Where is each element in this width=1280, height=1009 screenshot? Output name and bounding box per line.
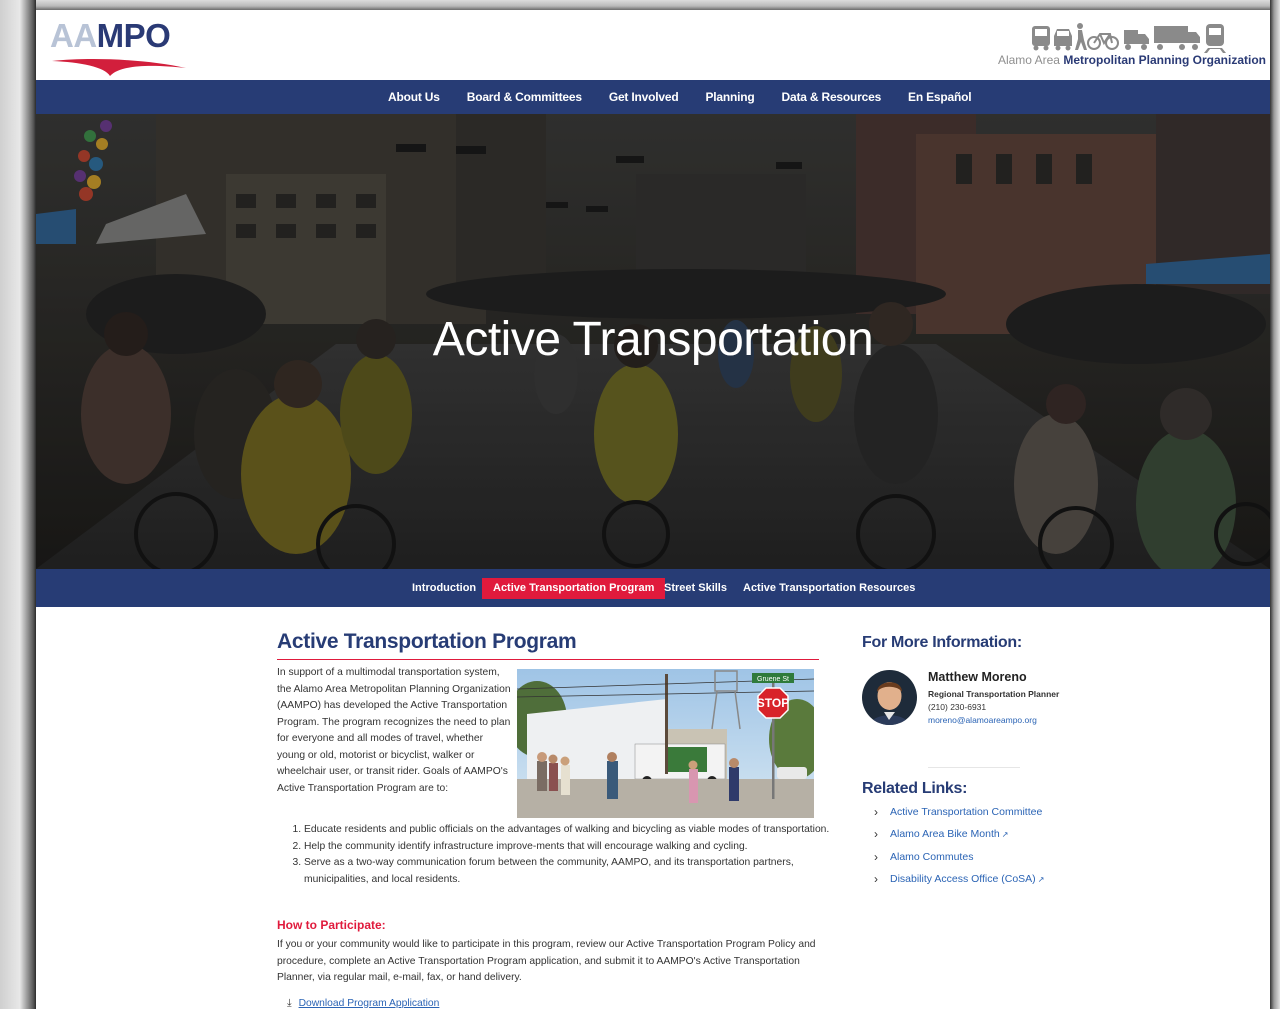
how-to-participate-heading: How to Participate: [277,918,386,932]
chevron-right-icon: › [874,827,878,841]
pedestrian-icon [1075,23,1087,50]
related-links-list: › Active Transportation Committee › Alam… [874,804,1064,894]
car-icon [1054,29,1072,51]
download-application-link[interactable]: ⤓ Download Program Application [287,998,439,1009]
nav-item-about-us[interactable]: About Us [388,80,440,114]
aampo-logo[interactable]: AAMPO [50,17,190,76]
logo-mpo-text: MPO [96,17,171,54]
chevron-right-icon: › [874,850,878,864]
subnav-tab-introduction[interactable]: Introduction [401,578,487,599]
nav-item-data-resources[interactable]: Data & Resources [782,80,882,114]
program-photo: Gruene St STOP [517,669,814,818]
main-content: Active Transportation Program In support… [277,630,829,1009]
nav-item-board-committees[interactable]: Board & Committees [467,80,582,114]
related-links-heading: Related Links: [862,780,968,797]
bus-icon [1032,26,1050,51]
contact-email-link[interactable]: moreno@alamoareampo.org [928,714,1068,727]
chevron-right-icon: › [874,805,878,819]
chevron-right-icon: › [874,872,878,886]
logo-aa-text: AA [50,17,97,54]
subnav-tab-street-skills[interactable]: Street Skills [653,578,738,599]
sidebar: For More Information: Matthew Moreno Reg… [862,634,1062,886]
page-heading: Active Transportation Program [277,630,819,660]
goal-item: Serve as a two-way communication forum b… [304,855,846,888]
more-info-heading: For More Information: [862,634,1022,651]
related-link-alamo-area-bike-month[interactable]: › Alamo Area Bike Month ↗ [874,826,1064,843]
download-link-label: Download Program Application [298,998,440,1009]
window-frame-top [0,0,1280,10]
sidebar-divider [928,767,1020,768]
contact-card: Matthew Moreno Regional Transportation P… [928,670,1068,727]
goal-item: Educate residents and public officials o… [304,822,846,839]
nav-item-planning[interactable]: Planning [705,80,754,114]
related-link-active-transportation-committee[interactable]: › Active Transportation Committee [874,804,1064,820]
window-frame-right [1270,0,1280,1009]
how-to-participate-paragraph: If you or your community would like to p… [277,939,816,983]
contact-role: Regional Transportation Planner [928,689,1060,699]
contact-avatar [862,670,917,725]
goal-item: Help the community identify infrastructu… [304,839,846,856]
hero-banner: Active Transportation [36,114,1270,569]
external-link-icon: ↗ [1037,875,1045,884]
site-header: AAMPO Alamo Area Metropolitan Planning O… [36,10,1270,80]
page: AAMPO Alamo Area Metropolitan Planning O… [36,10,1270,1009]
main-navigation: About Us Board & Committees Get Involved… [36,80,1270,114]
related-link-alamo-commutes[interactable]: › Alamo Commutes [874,849,1064,865]
semi-truck-icon [1154,26,1200,50]
related-link-disability-access-office[interactable]: › Disability Access Office (CoSA) ↗ [874,871,1064,888]
section-subnavigation: Introduction Active Transportation Progr… [36,569,1270,607]
organization-name: Alamo Area Metropolitan Planning Organiz… [997,53,1266,67]
contact-name: Matthew Moreno [928,670,1027,684]
nav-item-get-involved[interactable]: Get Involved [609,80,679,114]
truck-icon [1124,30,1149,50]
photo-street-sign-text: Gruene St [757,676,789,683]
nav-item-en-espanol[interactable]: En Español [908,80,972,114]
contact-phone[interactable]: (210) 230-6931 [928,701,1068,714]
subnav-tab-active-transportation-program[interactable]: Active Transportation Program [482,578,666,599]
transportation-modes-icons [1032,23,1226,53]
photo-stop-sign-text: STOP [757,696,789,710]
external-link-icon: ↗ [1001,830,1009,839]
hero-title: Active Transportation [432,313,874,366]
program-goals-list: Educate residents and public officials o… [277,822,846,888]
train-icon [1204,24,1226,53]
download-arrow-icon: ⤓ [287,998,292,1009]
window-frame-left [0,0,36,1009]
logo-swoosh-icon [52,59,186,76]
bicycle-icon [1087,33,1119,50]
intro-paragraph: In support of a multimodal transportatio… [277,667,511,794]
subnav-tab-active-transportation-resources[interactable]: Active Transportation Resources [732,578,926,599]
